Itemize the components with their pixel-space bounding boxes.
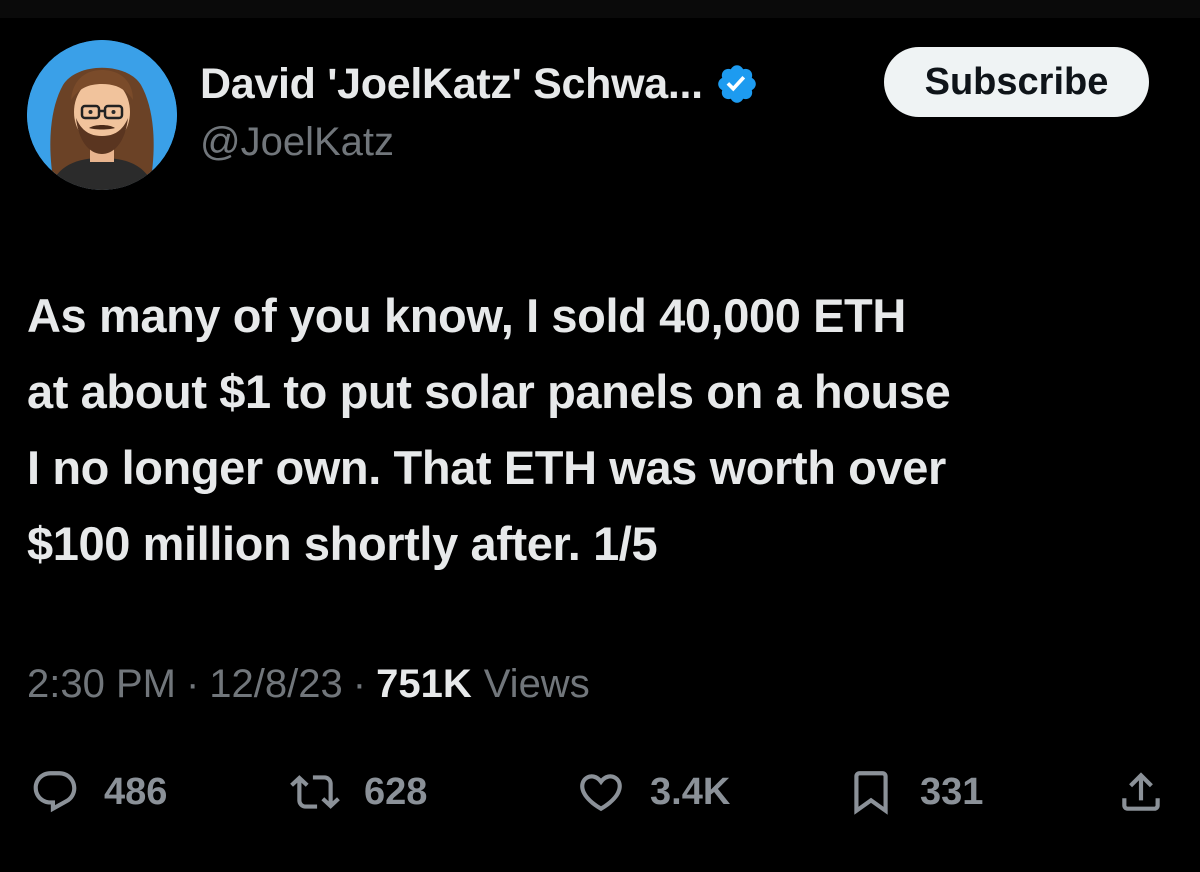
tweet-text-line: at about $1 to put solar panels on a hou…	[27, 365, 951, 418]
tweet-date[interactable]: 12/8/23	[209, 662, 342, 707]
share-icon	[1122, 772, 1160, 811]
top-strip	[0, 0, 1200, 18]
reply-button[interactable]: 486	[30, 756, 167, 828]
verified-badge-icon[interactable]	[715, 62, 759, 106]
author-handle[interactable]: @JoelKatz	[200, 120, 394, 165]
meta-separator: ·	[185, 661, 200, 706]
views-count[interactable]: 751K	[376, 662, 472, 707]
avatar[interactable]	[27, 40, 177, 190]
bookmark-count: 331	[920, 770, 984, 813]
author-name[interactable]: David 'JoelKatz' Schwa...	[200, 60, 703, 109]
retweet-count: 628	[364, 770, 428, 813]
heart-icon	[580, 774, 622, 812]
like-count: 3.4K	[650, 770, 731, 813]
tweet-time[interactable]: 2:30 PM	[27, 662, 176, 707]
author-name-row[interactable]: David 'JoelKatz' Schwa...	[200, 58, 759, 110]
tweet-actions: 486 628 3.4K 331	[0, 756, 1200, 828]
retweet-icon	[290, 775, 340, 809]
meta-separator: ·	[352, 661, 367, 706]
avatar-portrait-image	[27, 40, 177, 190]
bookmark-icon	[854, 771, 888, 815]
tweet-text-line: $100 million shortly after. 1/5	[27, 517, 658, 570]
share-button[interactable]	[1116, 756, 1166, 828]
bookmark-button[interactable]: 331	[846, 756, 983, 828]
reply-count: 486	[104, 770, 168, 813]
tweet-card: David 'JoelKatz' Schwa... @JoelKatz Subs…	[0, 0, 1200, 872]
views-label[interactable]: Views	[484, 662, 590, 707]
tweet-text-line: I no longer own. That ETH was worth over	[27, 441, 946, 494]
subscribe-button[interactable]: Subscribe	[884, 47, 1149, 117]
tweet-text: As many of you know, I sold 40,000 ETH a…	[27, 278, 1177, 582]
tweet-text-line: As many of you know, I sold 40,000 ETH	[27, 289, 906, 342]
retweet-button[interactable]: 628	[290, 756, 427, 828]
reply-icon	[33, 771, 77, 813]
tweet-meta: 2:30 PM · 12/8/23 · 751K Views	[27, 656, 590, 712]
like-button[interactable]: 3.4K	[576, 756, 730, 828]
